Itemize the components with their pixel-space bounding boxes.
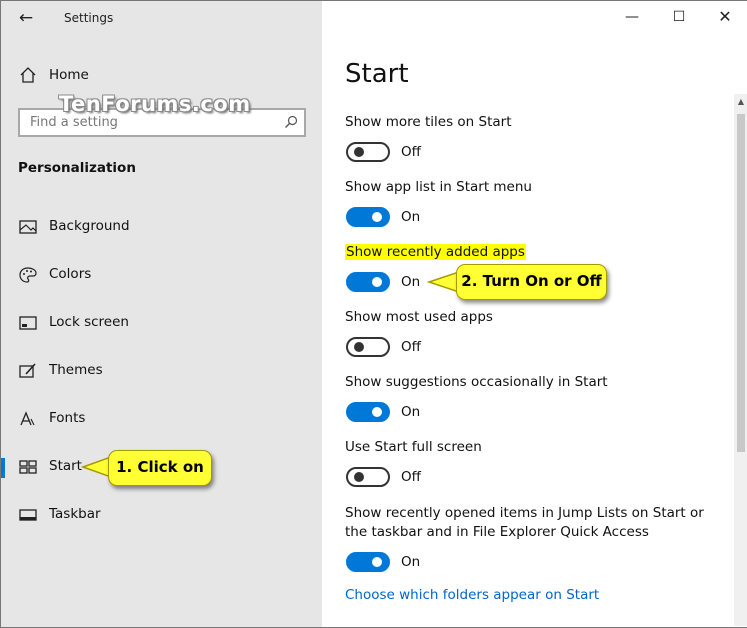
toggle-knob [354, 342, 364, 352]
setting-show-app-list: Show app list in Start menu On [345, 178, 715, 231]
search-icon[interactable] [284, 115, 298, 129]
callout-pointer [81, 456, 111, 478]
sidebar-item-label: Lock screen [49, 314, 129, 330]
sidebar-item-label: Fonts [49, 410, 86, 426]
setting-show-most-used: Show most used apps Off [345, 308, 715, 361]
toggle-switch[interactable] [346, 337, 390, 357]
page-title: Start [345, 59, 409, 89]
search-placeholder: Find a setting [30, 115, 118, 130]
setting-full-screen: Use Start full screen Off [345, 438, 715, 491]
setting-label: Show most used apps [345, 309, 493, 325]
toggle-state: On [401, 274, 421, 290]
toggle-state: On [401, 209, 421, 225]
selected-indicator [1, 458, 5, 478]
watermark: TenForums.com [59, 92, 251, 116]
taskbar-icon [19, 509, 37, 521]
minimize-icon[interactable]: — [620, 5, 644, 29]
setting-label: Use Start full screen [345, 439, 482, 455]
toggle-knob [372, 212, 382, 222]
nav-home[interactable]: Home [1, 61, 322, 89]
main-panel: — ☐ ✕ Start Show more tiles on Start Off… [322, 1, 747, 627]
toggle-switch[interactable] [346, 467, 390, 487]
setting-label: Show recently added apps [345, 243, 715, 262]
home-icon [20, 67, 36, 83]
sidebar-item-colors[interactable]: Colors [1, 258, 322, 292]
toggle-state: On [401, 554, 421, 570]
toggle-knob [354, 147, 364, 157]
setting-label: Show app list in Start menu [345, 179, 532, 195]
toggle-knob [354, 472, 364, 482]
toggle-knob [372, 277, 382, 287]
toggle-switch[interactable] [346, 142, 390, 162]
toggle-state: Off [401, 469, 421, 485]
start-icon [19, 460, 37, 474]
picture-icon [19, 220, 37, 234]
scroll-thumb[interactable] [737, 114, 745, 452]
toggle-state: Off [401, 339, 421, 355]
sidebar-item-fonts[interactable]: Fonts [1, 402, 322, 436]
setting-jump-lists: Show recently opened items in Jump Lists… [345, 504, 715, 576]
setting-show-suggestions: Show suggestions occasionally in Start O… [345, 373, 715, 426]
sidebar-item-label: Background [49, 218, 130, 234]
highlight: Show recently added apps [345, 244, 526, 260]
setting-label: Show recently opened items in Jump Lists… [345, 505, 704, 540]
toggle-switch[interactable] [346, 402, 390, 422]
section-title: Personalization [18, 160, 136, 176]
callout-click-on: 1. Click on [108, 450, 212, 486]
callout-turn-on-off: 2. Turn On or Off [456, 264, 607, 300]
sidebar-item-taskbar[interactable]: Taskbar [1, 498, 322, 532]
scrollbar[interactable]: ▲ [734, 94, 747, 626]
toggle-switch[interactable] [346, 272, 390, 292]
scroll-up-icon[interactable]: ▲ [734, 94, 747, 110]
sidebar-item-label: Taskbar [49, 506, 101, 522]
sidebar-item-label: Start [49, 458, 82, 474]
settings-window: ← Settings Home Find a setting Personali… [0, 0, 747, 628]
choose-folders-link[interactable]: Choose which folders appear on Start [345, 587, 599, 603]
callout-pointer [427, 271, 459, 293]
fonts-icon [20, 411, 35, 426]
palette-icon [19, 267, 37, 283]
toggle-switch[interactable] [346, 552, 390, 572]
toggle-knob [372, 557, 382, 567]
sidebar-item-lock-screen[interactable]: Lock screen [1, 306, 322, 340]
back-arrow-icon[interactable]: ← [15, 7, 37, 29]
setting-label: Show suggestions occasionally in Start [345, 374, 608, 390]
sidebar-item-themes[interactable]: Themes [1, 354, 322, 388]
toggle-switch[interactable] [346, 207, 390, 227]
toggle-state: Off [401, 144, 421, 160]
app-title: Settings [64, 11, 114, 25]
sidebar-item-label: Colors [49, 266, 92, 282]
setting-label: Show more tiles on Start [345, 114, 512, 130]
sidebar: ← Settings Home Find a setting Personali… [1, 1, 322, 627]
setting-show-more-tiles: Show more tiles on Start Off [345, 113, 715, 166]
lock-screen-icon [19, 316, 37, 330]
sidebar-item-label: Themes [49, 362, 103, 378]
close-icon[interactable]: ✕ [713, 5, 737, 29]
maximize-icon[interactable]: ☐ [667, 5, 691, 29]
toggle-state: On [401, 404, 421, 420]
toggle-knob [372, 407, 382, 417]
themes-icon [19, 363, 36, 378]
home-label: Home [49, 67, 89, 83]
sidebar-item-background[interactable]: Background [1, 210, 322, 244]
